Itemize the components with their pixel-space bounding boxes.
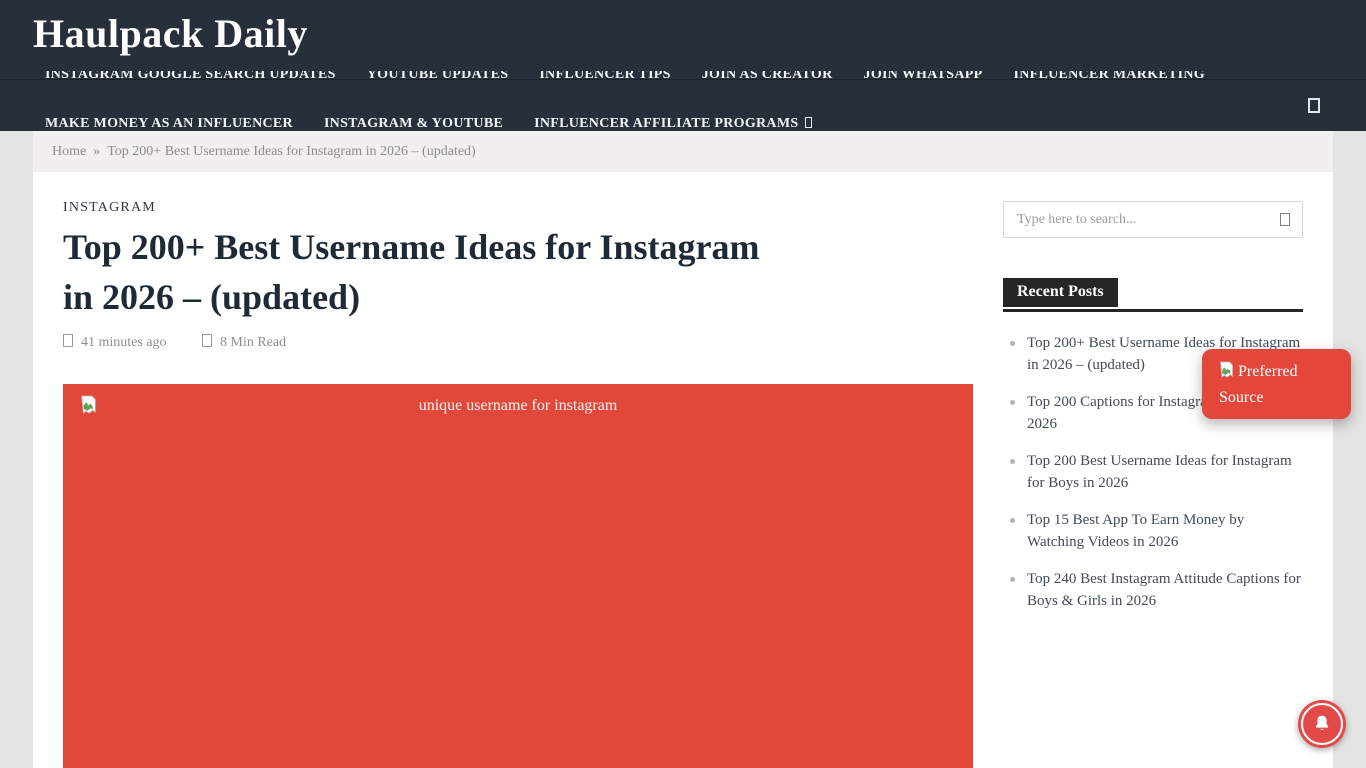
nav-item-join-as-creator[interactable]: JOIN AS CREATOR (702, 71, 833, 85)
read-time-icon (202, 334, 212, 347)
recent-post-link[interactable]: Top 200 Best Username Ideas for Instagra… (1003, 450, 1319, 494)
search-input[interactable] (1004, 202, 1302, 237)
post-time-label: 41 minutes ago (81, 335, 167, 350)
recent-post-link[interactable]: Top 15 Best App To Earn Money by Watchin… (1003, 509, 1319, 553)
nav-row-1: INSTAGRAM GOOGLE SEARCH UPDATES YOUTUBE … (45, 71, 1232, 85)
breadcrumb-home-link[interactable]: Home (52, 144, 86, 159)
recent-posts-heading: Recent Posts (1003, 278, 1118, 307)
nav-item-label: INFLUENCER AFFILIATE PROGRAMS (534, 116, 798, 131)
broken-image-icon (80, 395, 97, 414)
post-read-time-label: 8 Min Read (220, 335, 286, 350)
preferred-source-badge[interactable]: Preferred Source (1202, 349, 1351, 419)
featured-image-alt-text: unique username for instagram (63, 384, 973, 415)
breadcrumb-bar: Home » Top 200+ Best Username Ideas for In… (33, 131, 1333, 172)
nav-item-influencer-tips[interactable]: INFLUENCER TIPS (539, 71, 670, 85)
site-header: Haulpack Daily (0, 0, 1366, 79)
nav-item-instagram-google-search-updates[interactable]: INSTAGRAM GOOGLE SEARCH UPDATES (45, 71, 336, 85)
notification-bell-button[interactable] (1298, 700, 1346, 748)
recent-posts-underline (1003, 309, 1303, 312)
featured-image-broken: unique username for instagram (63, 384, 973, 768)
nav-item-make-money-as-an-influencer[interactable]: MAKE MONEY AS AN INFLUENCER (45, 114, 293, 131)
site-logo[interactable]: Haulpack Daily (33, 6, 308, 62)
nav-row-2: MAKE MONEY AS AN INFLUENCER INSTAGRAM & … (45, 114, 839, 131)
post-category[interactable]: INSTAGRAM (63, 200, 156, 216)
content-container: INSTAGRAM Top 200+ Best Username Ideas f… (33, 172, 1333, 768)
breadcrumb: Home » Top 200+ Best Username Ideas for In… (52, 131, 476, 172)
nav-item-influencer-affiliate-programs[interactable]: INFLUENCER AFFILIATE PROGRAMS (534, 114, 812, 131)
recent-post-link[interactable]: Top 240 Best Instagram Attitude Captions… (1003, 568, 1319, 612)
chevron-down-icon (805, 117, 812, 128)
broken-image-icon (1219, 361, 1234, 378)
breadcrumb-separator: » (93, 144, 100, 159)
sidebar-search (1003, 201, 1303, 238)
bell-icon (1311, 712, 1333, 734)
page-title: Top 200+ Best Username Ideas for Instagr… (63, 222, 893, 322)
nav-item-influencer-marketing[interactable]: INFLUENCER MARKETING (1013, 71, 1205, 85)
nav-item-youtube-updates[interactable]: YOUTUBE UPDATES (367, 71, 509, 85)
post-time: 41 minutes ago (63, 335, 167, 350)
clock-icon (63, 334, 73, 347)
breadcrumb-current: Top 200+ Best Username Ideas for Instagr… (107, 144, 475, 159)
main-navigation: INSTAGRAM GOOGLE SEARCH UPDATES YOUTUBE … (0, 71, 1366, 131)
search-submit-icon[interactable] (1280, 213, 1290, 226)
search-icon[interactable] (1308, 98, 1320, 113)
post-meta: 41 minutes ago 8 Min Read (63, 334, 318, 351)
post-read-time: 8 Min Read (202, 335, 286, 350)
nav-item-join-whatsapp[interactable]: JOIN WHATSAPP (864, 71, 983, 85)
nav-item-instagram-and-youtube[interactable]: INSTAGRAM & YOUTUBE (324, 114, 503, 131)
